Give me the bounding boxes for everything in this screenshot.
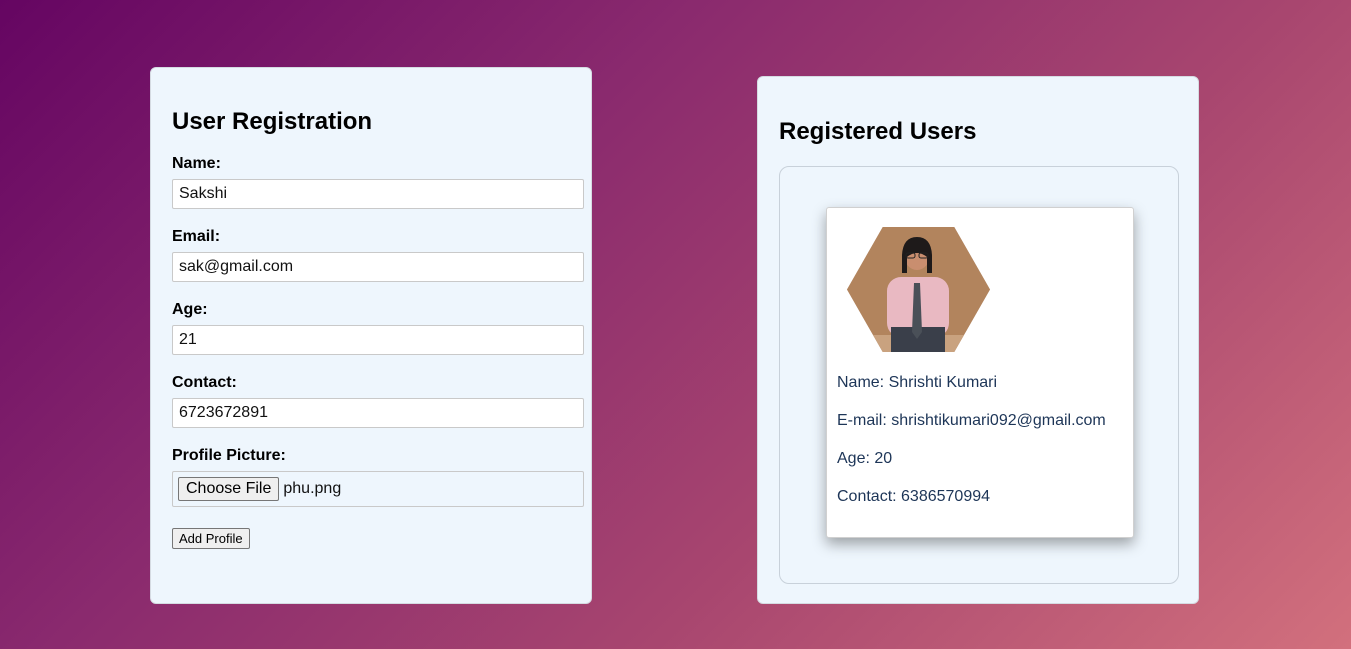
contact-label: Contact: xyxy=(172,374,237,391)
user-age: Age: 20 xyxy=(837,450,893,467)
registered-users-panel: Registered Users Name: Shrishti Kumari E… xyxy=(757,76,1199,604)
selected-file-name: phu.png xyxy=(283,480,342,497)
user-name: Name: Shrishti Kumari xyxy=(837,374,998,391)
age-input[interactable] xyxy=(172,325,584,355)
email-input[interactable] xyxy=(172,252,584,282)
name-label: Name: xyxy=(172,155,221,172)
registration-panel: User Registration Name: Email: Age: Cont… xyxy=(150,67,592,604)
registration-title: User Registration xyxy=(172,108,373,135)
choose-file-button[interactable]: Choose File xyxy=(178,477,280,501)
user-card: Name: Shrishti Kumari E-mail: shrishtiku… xyxy=(826,207,1134,538)
user-contact: Contact: 6386570994 xyxy=(837,488,991,505)
name-input[interactable] xyxy=(172,179,584,209)
add-profile-button[interactable]: Add Profile xyxy=(172,528,250,549)
user-email: E-mail: shrishtikumari092@gmail.com xyxy=(837,412,1106,429)
profile-picture-file-input[interactable]: Choose File phu.png xyxy=(172,471,584,507)
email-label: Email: xyxy=(172,228,221,245)
age-label: Age: xyxy=(172,301,208,318)
profile-picture-label: Profile Picture: xyxy=(172,447,286,464)
registered-users-title: Registered Users xyxy=(779,118,977,145)
users-list: Name: Shrishti Kumari E-mail: shrishtiku… xyxy=(779,166,1179,584)
user-avatar xyxy=(847,227,990,352)
contact-input[interactable] xyxy=(172,398,584,428)
